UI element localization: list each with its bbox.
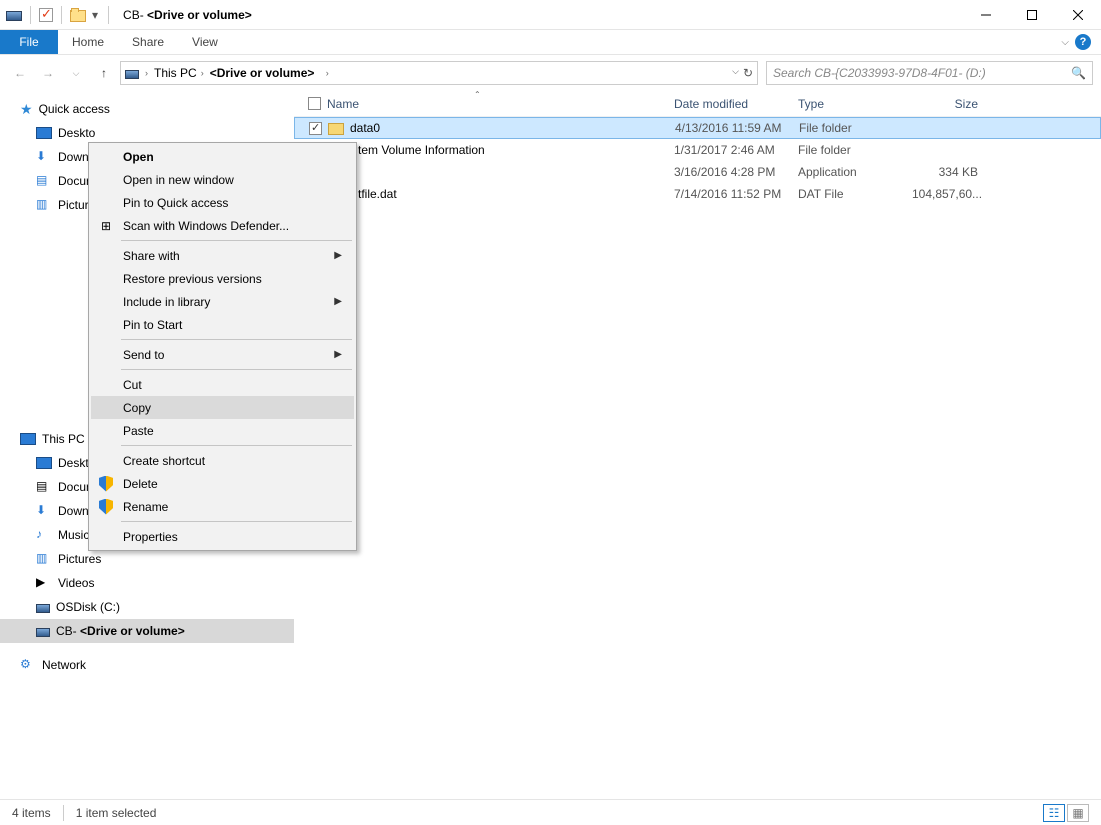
col-size[interactable]: Size bbox=[906, 97, 984, 111]
address-bar[interactable]: › This PC› <Drive or volume> › ⌵ ↻ bbox=[120, 61, 758, 85]
pc-cb-drive[interactable]: CB- <Drive or volume> bbox=[0, 619, 294, 643]
file-row[interactable]: 3/16/2016 4:28 PM Application 334 KB bbox=[294, 161, 1101, 183]
view-tab[interactable]: View bbox=[178, 30, 232, 54]
picture-icon: ▥ bbox=[36, 551, 52, 567]
quick-access[interactable]: ★ Quick access bbox=[0, 97, 294, 121]
ctx-pin-start[interactable]: Pin to Start bbox=[91, 313, 354, 336]
col-name[interactable]: Name ⌃ bbox=[294, 97, 668, 111]
disk-icon bbox=[36, 604, 50, 613]
ribbon: File Home Share View ⌵ ? bbox=[0, 30, 1101, 55]
col-date[interactable]: Date modified bbox=[668, 97, 792, 111]
ctx-properties[interactable]: Properties bbox=[91, 525, 354, 548]
ctx-defender[interactable]: ⊞Scan with Windows Defender... bbox=[91, 214, 354, 237]
help-icon[interactable]: ? bbox=[1075, 34, 1091, 50]
pc-icon bbox=[20, 433, 36, 445]
ctx-delete[interactable]: Delete bbox=[91, 472, 354, 495]
chevron-right-icon: ▶ bbox=[334, 296, 342, 307]
home-tab[interactable]: Home bbox=[58, 30, 118, 54]
minimize-button[interactable] bbox=[963, 0, 1009, 30]
video-icon: ▶ bbox=[36, 575, 52, 591]
music-icon: ♪ bbox=[36, 527, 52, 543]
ribbon-expand-icon[interactable]: ⌵ bbox=[1061, 37, 1069, 48]
icons-view-button[interactable]: ▦ bbox=[1067, 804, 1089, 822]
share-tab[interactable]: Share bbox=[118, 30, 178, 54]
nav-row: ← → ⌵ ↑ › This PC› <Drive or volume> › ⌵… bbox=[0, 55, 1101, 91]
drive-icon bbox=[36, 628, 50, 637]
ctx-cut[interactable]: Cut bbox=[91, 373, 354, 396]
document-icon: ▤ bbox=[36, 479, 52, 495]
network-icon: ⚙ bbox=[20, 657, 36, 673]
recent-button[interactable]: ⌵ bbox=[64, 61, 88, 85]
ctx-shortcut[interactable]: Create shortcut bbox=[91, 449, 354, 472]
window-title: CB- <Drive or volume> bbox=[123, 8, 252, 22]
file-tab[interactable]: File bbox=[0, 30, 58, 54]
ctx-pin-qa[interactable]: Pin to Quick access bbox=[91, 191, 354, 214]
file-row[interactable]: tem Volume Information 1/31/2017 2:46 AM… bbox=[294, 139, 1101, 161]
ctx-restore[interactable]: Restore previous versions bbox=[91, 267, 354, 290]
close-button[interactable] bbox=[1055, 0, 1101, 30]
back-button[interactable]: ← bbox=[8, 61, 32, 85]
ctx-paste[interactable]: Paste bbox=[91, 419, 354, 442]
row-checkbox[interactable] bbox=[309, 122, 322, 135]
check-icon[interactable] bbox=[39, 8, 53, 22]
status-item-count: 4 items bbox=[12, 806, 51, 820]
select-all-checkbox[interactable] bbox=[308, 97, 321, 110]
chevron-right-icon: ▶ bbox=[334, 250, 342, 261]
shield-icon bbox=[97, 475, 115, 493]
folder-icon bbox=[328, 123, 344, 135]
ctx-send-to[interactable]: Send to▶ bbox=[91, 343, 354, 366]
refresh-icon[interactable]: ↻ bbox=[743, 66, 753, 80]
status-selected-count: 1 item selected bbox=[76, 806, 157, 820]
status-bar: 4 items 1 item selected ☷ ▦ bbox=[0, 799, 1101, 825]
dropdown-icon[interactable]: ⌵ bbox=[732, 66, 739, 80]
defender-icon: ⊞ bbox=[97, 217, 115, 235]
picture-icon: ▥ bbox=[36, 197, 52, 213]
drive-icon bbox=[6, 11, 22, 21]
file-row[interactable]: data0 4/13/2016 11:59 AM File folder bbox=[294, 117, 1101, 139]
shield-icon bbox=[97, 498, 115, 516]
ctx-open-new[interactable]: Open in new window bbox=[91, 168, 354, 191]
file-list: Name ⌃ Date modified Type Size data0 4/1… bbox=[294, 91, 1101, 794]
context-menu: Open Open in new window Pin to Quick acc… bbox=[88, 142, 357, 551]
forward-button[interactable]: → bbox=[36, 61, 60, 85]
ctx-rename[interactable]: Rename bbox=[91, 495, 354, 518]
search-input[interactable]: Search CB-{C2033993-97D8-4F01- (D:) 🔍 bbox=[766, 61, 1093, 85]
ctx-open[interactable]: Open bbox=[91, 145, 354, 168]
download-icon: ⬇ bbox=[36, 503, 52, 519]
title-bar: ▾ CB- <Drive or volume> bbox=[0, 0, 1101, 30]
column-header: Name ⌃ Date modified Type Size bbox=[294, 91, 1101, 117]
maximize-button[interactable] bbox=[1009, 0, 1055, 30]
document-icon: ▤ bbox=[36, 173, 52, 189]
desktop-icon bbox=[36, 457, 52, 469]
file-row[interactable]: tfile.dat 7/14/2016 11:52 PM DAT File 10… bbox=[294, 183, 1101, 205]
ctx-include[interactable]: Include in library▶ bbox=[91, 290, 354, 313]
pc-videos[interactable]: ▶Videos bbox=[0, 571, 294, 595]
ctx-share-with[interactable]: Share with▶ bbox=[91, 244, 354, 267]
desktop-icon bbox=[36, 127, 52, 139]
folder-icon[interactable] bbox=[70, 10, 86, 22]
search-icon[interactable]: 🔍 bbox=[1071, 66, 1086, 80]
network[interactable]: ⚙Network bbox=[0, 653, 294, 677]
ctx-copy[interactable]: Copy bbox=[91, 396, 354, 419]
chevron-right-icon: ▶ bbox=[334, 349, 342, 360]
up-button[interactable]: ↑ bbox=[92, 61, 116, 85]
sort-indicator-icon: ⌃ bbox=[474, 90, 481, 99]
crumb-this-pc: This PC› bbox=[154, 66, 204, 80]
drive-icon bbox=[125, 70, 139, 79]
details-view-button[interactable]: ☷ bbox=[1043, 804, 1065, 822]
star-icon: ★ bbox=[20, 101, 33, 118]
pc-osdisk[interactable]: OSDisk (C:) bbox=[0, 595, 294, 619]
download-icon: ⬇ bbox=[36, 149, 52, 165]
col-type[interactable]: Type bbox=[792, 97, 906, 111]
crumb-drive: <Drive or volume> › bbox=[210, 66, 329, 80]
